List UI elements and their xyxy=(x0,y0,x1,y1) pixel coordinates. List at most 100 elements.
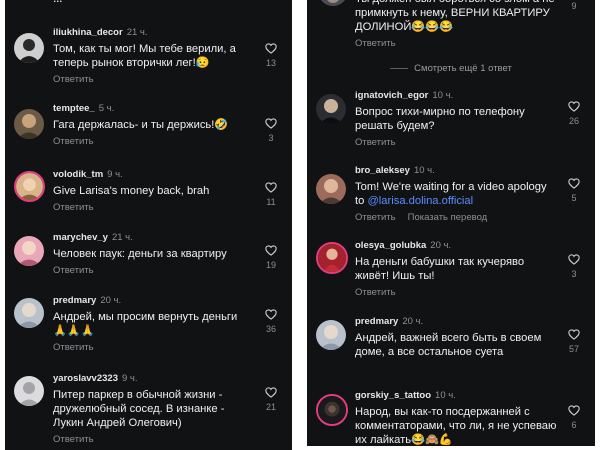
comment-time: 21 ч. xyxy=(111,232,133,243)
like-button[interactable]: 5 xyxy=(563,177,585,204)
avatar-default[interactable] xyxy=(14,376,44,406)
comment-text: Give Larisa's money back, brah xyxy=(53,185,210,197)
comment-username[interactable]: gorskiy_s_tattoo xyxy=(355,390,431,401)
comment-text: На деньги бабушки так кучеряво живёт! Иш… xyxy=(355,256,525,282)
comment-username[interactable]: ignatovich_egor xyxy=(355,90,428,101)
comment: marychev_y 21 ч. Человек паук: деньги за … xyxy=(5,232,292,280)
comment: yaroslavv2323 9 ч. Питер паркер в обычной… xyxy=(5,373,292,449)
heart-icon xyxy=(264,42,278,55)
reply-button[interactable]: Ответить xyxy=(355,137,396,148)
comment-username[interactable]: predmary xyxy=(355,316,398,327)
like-count: 13 xyxy=(265,58,276,68)
show-translation-button[interactable]: Показать перевод xyxy=(408,212,488,223)
heart-icon xyxy=(567,100,581,113)
like-count: 21 xyxy=(265,402,276,412)
heart-icon xyxy=(264,117,278,130)
comments-panel-left: … iliukhina_decor21 ч. Том, как ты мог! … xyxy=(5,0,292,450)
reply-button[interactable]: Ответить xyxy=(53,202,94,213)
comment-username[interactable]: yaroslavv2323 xyxy=(53,373,118,384)
avatar-with-story[interactable] xyxy=(14,171,45,202)
like-button[interactable]: 26 xyxy=(563,100,585,127)
divider xyxy=(390,67,409,69)
avatar[interactable] xyxy=(14,298,44,328)
avatar[interactable] xyxy=(318,0,348,6)
view-more-replies-button[interactable]: Смотреть ещё 1 ответ xyxy=(307,63,595,74)
comment-username[interactable]: … xyxy=(53,0,63,5)
reply-button[interactable]: Ответить xyxy=(53,342,94,353)
like-count: 3 xyxy=(268,133,274,143)
comment-text: Ты должен был бороться со злом а не прим… xyxy=(355,0,555,33)
like-count: 19 xyxy=(265,260,276,270)
comment-text: Tom! We're waiting for a video apology t… xyxy=(355,180,557,208)
like-button[interactable]: 11 xyxy=(260,181,282,208)
comment-partial: … xyxy=(5,0,292,8)
reply-button[interactable]: Ответить xyxy=(355,287,396,298)
like-button[interactable]: 36 xyxy=(260,308,282,335)
comment: iliukhina_decor 21 ч. Том, как ты мог! Мы… xyxy=(5,27,292,89)
like-button[interactable]: 6 xyxy=(563,404,585,431)
comment-time: 10 ч. xyxy=(435,390,456,401)
heart-icon xyxy=(264,244,278,257)
avatar[interactable] xyxy=(316,174,346,204)
comment: olesya_golubka 20 ч. На деньги бабушки та… xyxy=(307,240,595,302)
comment-username[interactable]: bro_aleksey xyxy=(355,165,410,176)
comment-text: Питер паркер в обычной жизни - дружелюбн… xyxy=(53,389,225,429)
avatar[interactable] xyxy=(316,320,346,350)
like-button[interactable]: 19 xyxy=(260,244,282,271)
comment-username[interactable]: predmary xyxy=(53,295,96,306)
heart-icon xyxy=(567,404,581,417)
comment: predmary 20 ч. Андрей, важней всего быть … xyxy=(307,316,595,378)
comment-time: 21 ч. xyxy=(126,27,148,38)
comment-username[interactable]: iliukhina_decor xyxy=(53,27,123,38)
heart-icon xyxy=(567,177,581,190)
like-button[interactable]: 21 xyxy=(260,386,282,413)
like-count: 5 xyxy=(571,193,577,203)
comment-time: 20 ч. xyxy=(430,240,452,251)
like-button[interactable]: 3 xyxy=(563,253,585,280)
comment-username[interactable]: marychev_y xyxy=(53,232,108,243)
avatar-with-story[interactable] xyxy=(316,242,348,274)
like-count: 3 xyxy=(571,269,577,279)
reply-button[interactable]: Ответить xyxy=(53,265,94,276)
mention-link[interactable]: @larisa.dolina.official xyxy=(367,195,473,207)
avatar[interactable] xyxy=(14,236,44,266)
comment-time: 10 ч. xyxy=(432,90,454,101)
comment-text: Гага держалась- и ты держись!🤣 xyxy=(53,119,229,131)
comment: predmary 20 ч. Андрей, мы просим вернуть … xyxy=(5,295,292,357)
reply-button[interactable]: Ответить xyxy=(53,434,94,445)
comment-time: 9 ч. xyxy=(121,373,138,384)
reply-button[interactable]: Ответить xyxy=(355,212,396,223)
comment-reply: Ты должен был бороться со злом а не прим… xyxy=(307,0,595,52)
heart-icon xyxy=(264,386,278,399)
comment-time: 9 ч. xyxy=(107,169,123,180)
comment-text: Народ, вы как-то посдержанней с коммента… xyxy=(355,406,557,446)
reply-button[interactable]: Ответить xyxy=(53,74,94,85)
like-count: 6 xyxy=(571,420,577,430)
reply-button[interactable]: Ответить xyxy=(355,38,396,49)
comment-time: 20 ч. xyxy=(402,316,424,327)
comment-username[interactable]: temptee_ xyxy=(53,103,95,114)
avatar[interactable] xyxy=(316,94,346,124)
comment-text: Андрей, мы просим вернуть деньги 🙏🙏🙏 xyxy=(53,311,238,337)
avatar[interactable] xyxy=(14,33,44,63)
like-button[interactable]: 3 xyxy=(260,117,282,144)
comment-text: Человек паук: деньги за квартиру xyxy=(53,248,227,260)
like-button[interactable]: 57 xyxy=(563,328,585,355)
comment: bro_aleksey 10 ч. Tom! We're waiting for … xyxy=(307,165,595,227)
heart-icon xyxy=(567,328,581,341)
comment-time: 20 ч. xyxy=(100,295,122,306)
avatar[interactable] xyxy=(14,109,44,139)
like-count: 57 xyxy=(568,344,579,354)
like-count: 11 xyxy=(266,197,276,207)
like-button[interactable]: 13 xyxy=(260,42,282,69)
avatar-with-story[interactable] xyxy=(316,394,348,426)
comment: volodik_tm 9 ч. Give Larisa's money back,… xyxy=(5,169,292,217)
comment-username[interactable]: olesya_golubka xyxy=(355,240,426,251)
like-button[interactable]: 9 xyxy=(563,0,585,12)
comments-panel-right: Ты должен был бороться со злом а не прим… xyxy=(307,0,595,446)
comment-username[interactable]: volodik_tm xyxy=(53,169,103,180)
comment-text: Андрей, важней всего быть в своем доме, … xyxy=(355,332,542,358)
reply-button[interactable]: Ответить xyxy=(53,136,94,147)
like-count: 36 xyxy=(265,324,276,334)
heart-icon xyxy=(264,181,278,194)
